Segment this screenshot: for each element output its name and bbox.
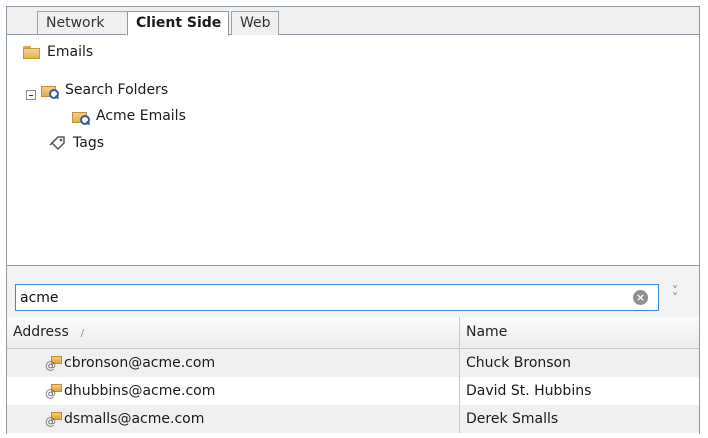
email-contact-icon: @	[45, 412, 62, 427]
search-bar: × ˅˅	[7, 265, 699, 317]
column-header-address[interactable]: Address /	[7, 317, 460, 348]
tree-item-label: Tags	[73, 135, 104, 151]
name-cell: Derek Smalls	[466, 411, 559, 427]
address-cell: @ cbronson@acme.com	[7, 349, 460, 377]
address-cell: @ dhubbins@acme.com	[7, 377, 460, 405]
column-header-name[interactable]: Name	[460, 317, 701, 348]
collapse-toggle[interactable]	[26, 90, 36, 100]
tag-icon	[49, 136, 65, 151]
client-side-panel: Network Client Side Web Emails Search Fo…	[6, 6, 700, 435]
email-contact-icon: @	[45, 384, 62, 399]
tree-item-emails[interactable]: Emails	[23, 40, 93, 64]
tree-item-label: Emails	[47, 44, 94, 60]
tab-web[interactable]: Web	[231, 11, 279, 35]
tab-strip: Network Client Side Web	[7, 7, 699, 36]
contacts-table: Address / Name @ cbronson@acme.com Chuck …	[7, 317, 699, 435]
tree-item-label: Search Folders	[65, 82, 169, 98]
tree-item-search-folders[interactable]: Search Folders	[41, 78, 168, 102]
table-row[interactable]: @ cbronson@acme.com Chuck Bronson	[7, 349, 699, 377]
address-cell: @ dsmalls@acme.com	[7, 405, 460, 433]
name-cell: Chuck Bronson	[466, 355, 571, 371]
sort-ascending-icon: /	[80, 328, 85, 339]
table-row[interactable]: @ dsmalls@acme.com Derek Smalls	[7, 405, 699, 433]
folder-tree: Emails Search Folders Acme Emails Tags	[7, 35, 699, 265]
search-field[interactable]: ×	[15, 284, 659, 311]
double-chevron-down-icon[interactable]: ˅ ˅	[668, 285, 682, 304]
search-folder-icon	[72, 109, 91, 126]
clear-search-icon[interactable]: ×	[633, 290, 648, 305]
search-folder-icon	[41, 83, 60, 100]
table-row[interactable]: @ dhubbins@acme.com David St. Hubbins	[7, 377, 699, 405]
search-input[interactable]	[20, 287, 620, 308]
folder-icon	[23, 45, 41, 59]
table-header: Address / Name	[7, 317, 699, 349]
name-cell: David St. Hubbins	[466, 383, 592, 399]
tree-item-label: Acme Emails	[96, 108, 186, 124]
tab-client-side[interactable]: Client Side	[127, 11, 229, 36]
email-contact-icon: @	[45, 356, 62, 371]
tree-item-tags[interactable]: Tags	[49, 131, 104, 155]
tab-network[interactable]: Network	[37, 11, 127, 35]
tree-item-acme-emails[interactable]: Acme Emails	[72, 104, 186, 128]
